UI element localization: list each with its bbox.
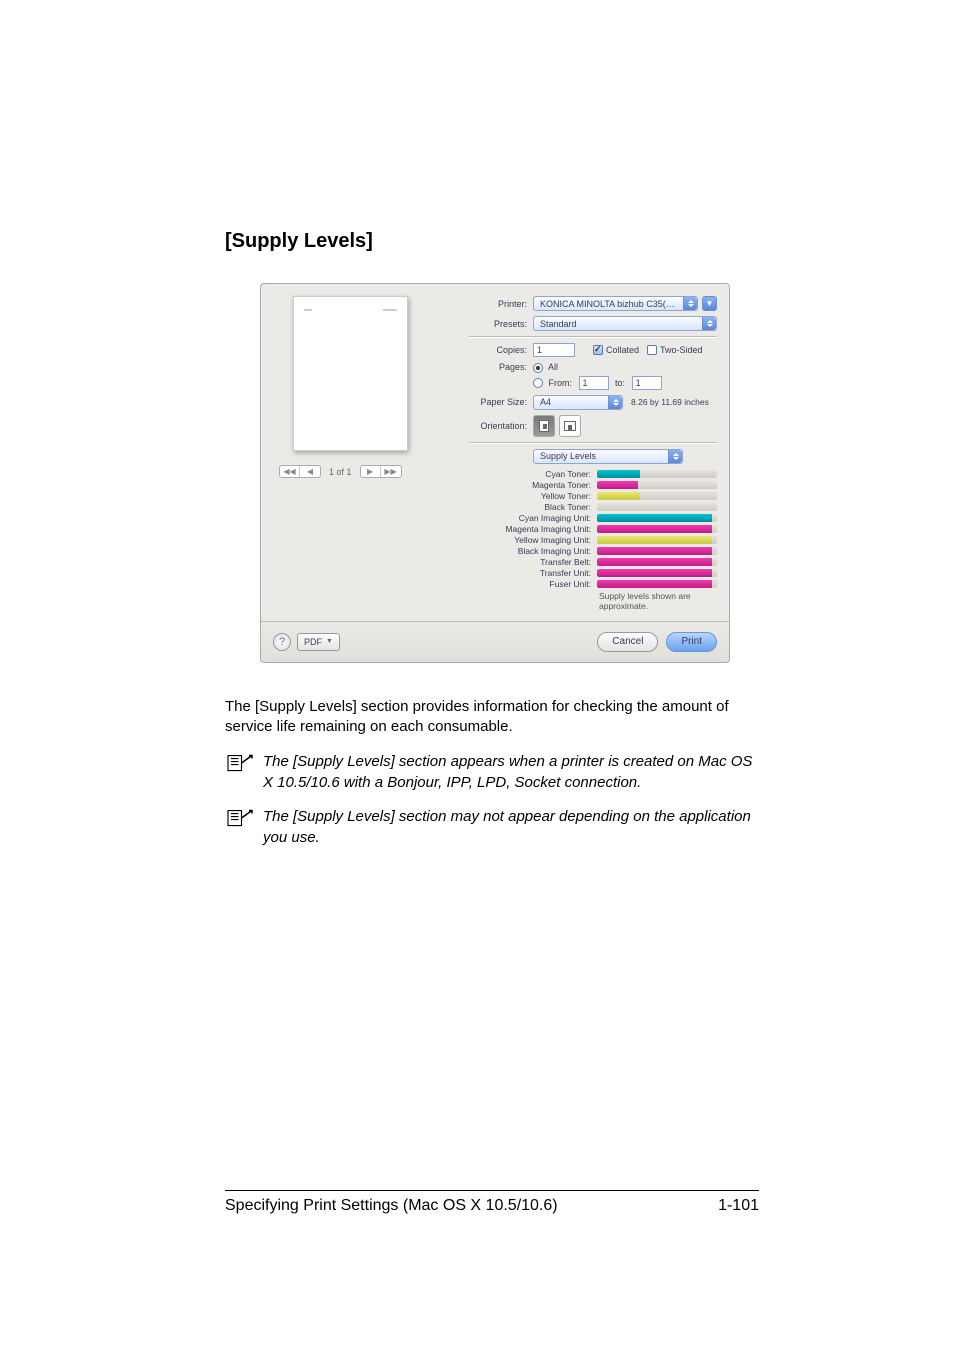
presets-select[interactable]: Standard	[533, 316, 717, 331]
section-heading: [Supply Levels]	[225, 230, 765, 253]
two-sided-label: Two-Sided	[660, 345, 703, 355]
supply-label: Magenta Toner:	[473, 480, 597, 490]
pager-next-group[interactable]: ▶▶▶	[360, 465, 402, 478]
supply-bar	[597, 558, 717, 566]
supply-label: Transfer Unit:	[473, 568, 597, 578]
footer-page-number: 1-101	[718, 1197, 759, 1215]
supply-approx-note: Supply levels shown are approximate.	[469, 591, 717, 611]
print-label: Print	[681, 636, 702, 647]
supply-row: Magenta Toner:	[473, 480, 717, 490]
print-dialog: ◀◀◀ 1 of 1 ▶▶▶ Printer: KONICA MINOLTA b…	[260, 283, 730, 663]
note-icon	[225, 807, 263, 848]
pages-all-label: All	[548, 362, 558, 372]
supply-label: Cyan Toner:	[473, 469, 597, 479]
supply-label: Cyan Imaging Unit:	[473, 513, 597, 523]
cancel-label: Cancel	[612, 636, 643, 647]
supply-bar	[597, 547, 717, 555]
footer-left: Specifying Print Settings (Mac OS X 10.5…	[225, 1197, 558, 1215]
supply-bar	[597, 481, 717, 489]
supply-row: Black Toner:	[473, 502, 717, 512]
supply-bar	[597, 470, 717, 478]
printer-label: Printer:	[469, 299, 533, 309]
supply-label: Yellow Imaging Unit:	[473, 535, 597, 545]
pages-all-radio[interactable]	[533, 363, 543, 373]
supply-label: Magenta Imaging Unit:	[473, 524, 597, 534]
note-2-text: The [Supply Levels] section may not appe…	[263, 807, 765, 848]
printer-dropdown-button[interactable]	[702, 296, 717, 311]
pdf-label: PDF	[304, 637, 322, 647]
print-button[interactable]: Print	[666, 632, 717, 652]
body-paragraph: The [Supply Levels] section provides inf…	[225, 697, 765, 738]
supply-label: Fuser Unit:	[473, 579, 597, 589]
supply-bar	[597, 536, 717, 544]
supply-bar	[597, 569, 717, 577]
presets-label: Presets:	[469, 319, 533, 329]
supply-row: Magenta Imaging Unit:	[473, 524, 717, 534]
page-preview	[293, 296, 408, 451]
supply-bar	[597, 514, 717, 522]
section-select[interactable]: Supply Levels	[533, 449, 683, 464]
supply-row: Transfer Unit:	[473, 568, 717, 578]
pages-from-label: From:	[549, 378, 573, 388]
orientation-label: Orientation:	[469, 421, 533, 431]
pages-label: Pages:	[469, 362, 533, 372]
help-button[interactable]: ?	[273, 633, 291, 651]
supply-row: Cyan Toner:	[473, 469, 717, 479]
pager-status: 1 of 1	[329, 467, 352, 477]
pages-to-input[interactable]	[632, 376, 662, 390]
paper-size-value: A4	[540, 397, 551, 407]
note-1-text: The [Supply Levels] section appears when…	[263, 752, 765, 793]
copies-input[interactable]	[533, 343, 575, 357]
presets-value: Standard	[540, 319, 577, 329]
printer-select[interactable]: KONICA MINOLTA bizhub C35(…	[533, 296, 698, 311]
paper-dimensions: 8.26 by 11.69 inches	[631, 397, 709, 407]
orientation-landscape-button[interactable]	[559, 415, 581, 437]
supply-row: Cyan Imaging Unit:	[473, 513, 717, 523]
pages-from-input[interactable]	[579, 376, 609, 390]
paper-size-label: Paper Size:	[469, 397, 533, 407]
section-select-value: Supply Levels	[540, 451, 596, 461]
printer-value: KONICA MINOLTA bizhub C35(…	[540, 299, 675, 309]
supply-label: Yellow Toner:	[473, 491, 597, 501]
supply-row: Transfer Belt:	[473, 557, 717, 567]
supply-label: Black Toner:	[473, 502, 597, 512]
supply-bar	[597, 525, 717, 533]
copies-label: Copies:	[469, 345, 533, 355]
supply-bar	[597, 503, 717, 511]
collated-checkbox[interactable]	[593, 345, 603, 355]
collated-label: Collated	[606, 345, 639, 355]
supply-row: Fuser Unit:	[473, 579, 717, 589]
supply-label: Black Imaging Unit:	[473, 546, 597, 556]
pager-prev-group[interactable]: ◀◀◀	[279, 465, 321, 478]
pages-to-label: to:	[615, 378, 625, 388]
supply-levels-list: Cyan Toner:Magenta Toner:Yellow Toner:Bl…	[473, 469, 717, 589]
supply-row: Yellow Toner:	[473, 491, 717, 501]
note-icon	[225, 752, 263, 793]
supply-row: Yellow Imaging Unit:	[473, 535, 717, 545]
orientation-portrait-button[interactable]	[533, 415, 555, 437]
supply-row: Black Imaging Unit:	[473, 546, 717, 556]
pages-range-radio[interactable]	[533, 378, 543, 388]
supply-bar	[597, 580, 717, 588]
pdf-menu-button[interactable]: PDF	[297, 633, 340, 651]
two-sided-checkbox[interactable]	[647, 345, 657, 355]
supply-bar	[597, 492, 717, 500]
paper-size-select[interactable]: A4	[533, 395, 623, 410]
cancel-button[interactable]: Cancel	[597, 632, 658, 652]
supply-label: Transfer Belt:	[473, 557, 597, 567]
